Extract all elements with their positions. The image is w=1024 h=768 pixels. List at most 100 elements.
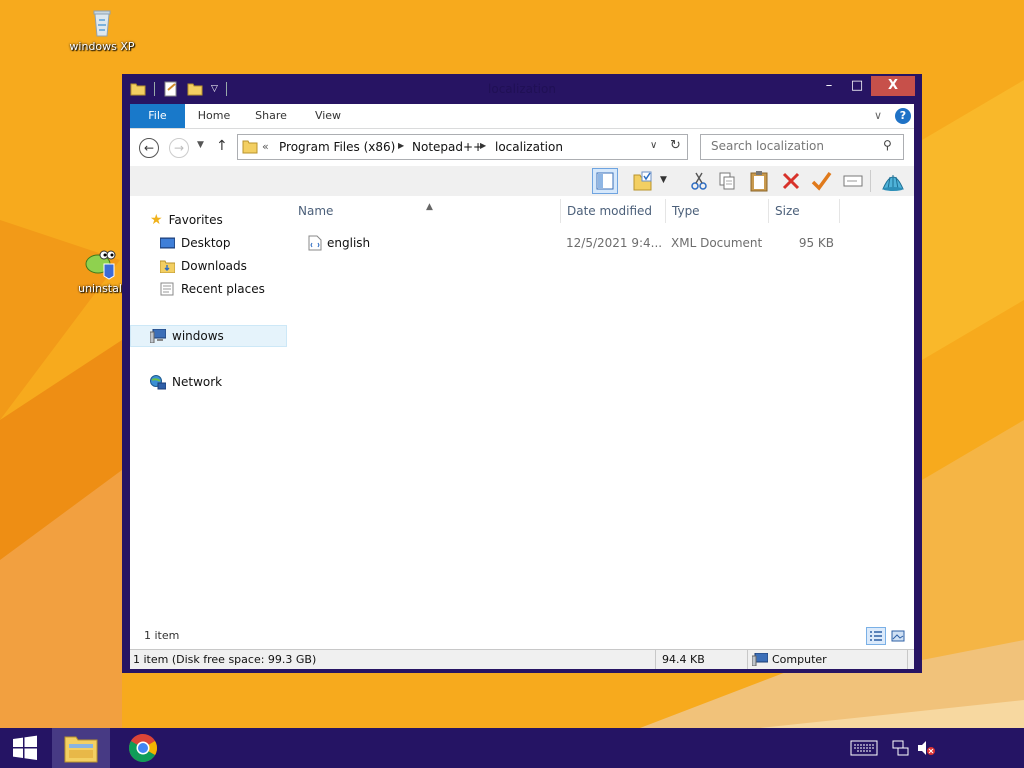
help-button[interactable]: ? — [895, 108, 911, 124]
desktop-icon-label: uninstal — [78, 282, 122, 295]
column-header-name[interactable]: Name ▲ — [292, 199, 561, 223]
tab-home[interactable]: Home — [192, 104, 236, 128]
recent-locations-button[interactable]: ▼ — [197, 140, 204, 150]
nav-item-label: Favorites — [168, 213, 223, 227]
cut-button[interactable] — [686, 168, 712, 194]
large-icons-view-button[interactable] — [888, 627, 908, 645]
desktop-icon-recycle-bin[interactable]: windows XP — [62, 6, 142, 53]
breadcrumb-localization[interactable]: localization — [495, 140, 563, 154]
nav-network[interactable]: Network — [150, 372, 222, 392]
folder-icon — [242, 140, 258, 154]
command-toolbar: ▼ — [130, 166, 914, 196]
back-button[interactable]: ← — [139, 138, 159, 158]
scissors-icon — [691, 172, 707, 190]
tab-share[interactable]: Share — [248, 104, 294, 128]
file-size: 95 KB — [798, 236, 834, 250]
toolbar-separator — [870, 170, 871, 192]
window-title: localization — [488, 82, 556, 96]
column-header-size[interactable]: Size — [769, 199, 840, 223]
file-name-cell: english — [308, 232, 548, 254]
file-explorer-icon — [64, 736, 98, 763]
properties-button[interactable] — [808, 168, 834, 194]
minimize-button[interactable]: – — [816, 76, 842, 96]
search-box[interactable]: ⚲ — [700, 134, 904, 160]
breadcrumb-separator-icon[interactable]: ▶ — [480, 141, 486, 150]
preview-pane-button[interactable] — [592, 168, 618, 194]
address-overflow[interactable]: « — [262, 140, 269, 153]
qat-separator — [154, 82, 155, 96]
nav-computer[interactable]: windows — [150, 326, 224, 346]
folder-check-icon — [633, 171, 652, 191]
taskbar-file-explorer[interactable] — [52, 728, 110, 768]
column-header-date-modified[interactable]: Date modified — [561, 199, 666, 223]
window-client: File Home Share View ∨ ? ← → ▼ ↑ « Progr… — [130, 104, 914, 669]
touch-keyboard-button[interactable] — [850, 728, 878, 768]
star-icon: ★ — [150, 212, 163, 228]
start-button[interactable] — [0, 728, 50, 768]
file-type: XML Document — [671, 236, 763, 250]
nav-downloads[interactable]: Downloads — [160, 256, 247, 276]
new-folder-icon[interactable] — [187, 81, 203, 97]
nav-recent-places[interactable]: Recent places — [160, 279, 265, 299]
chrome-icon — [129, 734, 157, 762]
breadcrumb-notepadpp[interactable]: Notepad++ — [412, 140, 483, 154]
folder-options-button[interactable] — [630, 168, 656, 194]
file-date-modified: 12/5/2021 9:4... — [566, 236, 663, 250]
shell-button[interactable] — [880, 168, 906, 194]
ribbon-tabs: File Home Share View ∨ ? — [130, 104, 914, 129]
paste-button[interactable] — [746, 168, 772, 194]
status-location: Computer — [748, 650, 908, 669]
address-dropdown-icon[interactable]: ∨ — [650, 140, 657, 151]
refresh-icon[interactable]: ↻ — [670, 138, 681, 153]
navigation-pane: ★ Favorites Desktop Downloads Recent pla… — [130, 197, 288, 623]
column-header-type[interactable]: Type — [666, 199, 769, 223]
breadcrumb-program-files[interactable]: Program Files (x86) — [279, 140, 395, 154]
copy-button[interactable] — [714, 168, 740, 194]
maximize-button[interactable]: □ — [844, 76, 870, 96]
taskbar-chrome[interactable] — [114, 728, 172, 768]
tab-file[interactable]: File — [130, 104, 185, 128]
navigation-bar: ← → ▼ ↑ « Program Files (x86) ▶ Notepad+… — [130, 129, 914, 165]
close-button[interactable]: X — [871, 76, 915, 96]
quick-access-toolbar: ▽ — [130, 80, 227, 98]
downloads-folder-icon — [160, 260, 175, 273]
chevron-down-icon[interactable]: ∨ — [874, 109, 882, 122]
nav-item-label: Recent places — [181, 282, 265, 296]
keyboard-icon — [850, 740, 878, 756]
computer-icon — [752, 653, 768, 666]
rename-icon — [843, 175, 863, 187]
rename-button[interactable] — [840, 168, 866, 194]
volume-muted-icon — [918, 741, 935, 755]
nav-favorites[interactable]: ★ Favorites — [150, 210, 223, 230]
chevron-down-icon[interactable]: ▼ — [660, 175, 667, 185]
delete-x-icon — [782, 172, 800, 190]
volume-tray-button[interactable] — [916, 728, 936, 768]
tab-view[interactable]: View — [308, 104, 348, 128]
search-input[interactable] — [701, 135, 886, 157]
details-view-icon — [870, 631, 882, 641]
network-tray-icon — [892, 740, 909, 756]
desktop-icon-label: windows XP — [69, 40, 135, 53]
search-icon[interactable]: ⚲ — [883, 138, 892, 152]
chevron-down-icon[interactable]: ▽ — [211, 84, 218, 94]
forward-button[interactable]: → — [169, 138, 189, 158]
title-bar[interactable]: ▽ localization – □ X — [122, 74, 922, 104]
properties-icon[interactable] — [163, 81, 179, 97]
breadcrumb-separator-icon[interactable]: ▶ — [398, 141, 404, 150]
network-tray-button[interactable] — [892, 728, 910, 768]
desktop-icon — [160, 237, 175, 248]
details-view-button[interactable] — [866, 627, 886, 645]
computer-icon — [150, 329, 166, 343]
up-button[interactable]: ↑ — [216, 138, 228, 154]
notepadpp-uninstall-icon — [85, 250, 116, 280]
checkmark-icon — [811, 171, 832, 191]
nav-desktop[interactable]: Desktop — [160, 233, 231, 253]
table-row[interactable]: english 12/5/2021 9:4... XML Document 95… — [292, 232, 852, 254]
shell-icon — [882, 175, 904, 191]
large-icons-view-icon — [891, 630, 905, 642]
pane-layout-icon — [596, 172, 614, 190]
address-bar[interactable]: « Program Files (x86) ▶ Notepad++ ▶ loca… — [237, 134, 688, 160]
delete-button[interactable] — [778, 168, 804, 194]
file-list: Name ▲ Date modified Type Size english 1… — [292, 197, 912, 623]
sort-up-icon: ▲ — [426, 202, 433, 212]
